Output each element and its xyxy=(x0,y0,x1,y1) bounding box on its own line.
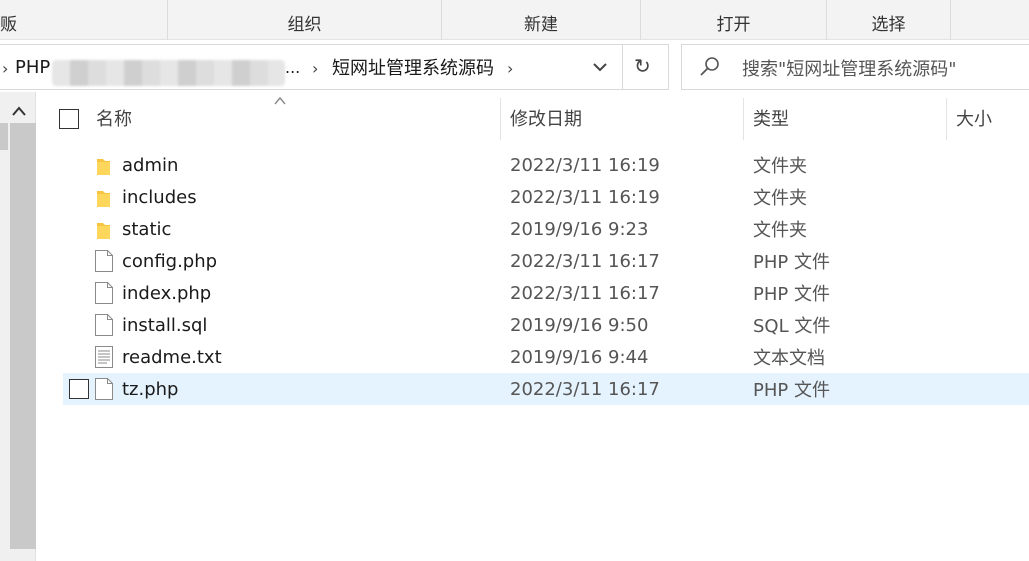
file-row-static[interactable]: static 2019/9/16 9:23 文件夹 xyxy=(63,213,1029,245)
file-icon xyxy=(95,250,113,272)
ribbon-group-organize[interactable]: 组织 xyxy=(168,0,442,40)
column-divider[interactable] xyxy=(946,98,947,140)
file-name: tz.php xyxy=(122,378,179,400)
search-input[interactable]: 搜索"短网址管理系统源码" xyxy=(681,44,1029,90)
file-type: 文件夹 xyxy=(753,220,807,241)
search-icon xyxy=(700,57,719,76)
file-row-readme-txt[interactable]: readme.txt 2019/9/16 9:44 文本文档 xyxy=(63,341,1029,373)
file-type: 文本文档 xyxy=(753,348,825,369)
file-modified: 2022/3/11 16:19 xyxy=(510,154,660,176)
column-header-name-label: 名称 xyxy=(96,109,132,130)
file-name: includes xyxy=(122,186,197,208)
address-bar[interactable]: › PHP ... › 短网址管理系统源码 › ↻ xyxy=(0,44,669,90)
refresh-icon[interactable]: ↻ xyxy=(634,54,651,78)
ribbon-new-label: 新建 xyxy=(524,15,558,35)
ribbon-group-open[interactable]: 打开 xyxy=(641,0,827,40)
address-row: › PHP ... › 短网址管理系统源码 › ↻ 搜索"短网址管理系统源码" xyxy=(0,40,1029,91)
ribbon-clipboard-label: 贩 xyxy=(0,15,17,35)
column-header-size-label: 大小 xyxy=(956,109,992,130)
folder-icon xyxy=(97,223,110,239)
column-header-name[interactable]: 名称 xyxy=(96,92,499,144)
file-type: PHP 文件 xyxy=(753,380,830,401)
file-row-includes[interactable]: includes 2022/3/11 16:19 文件夹 xyxy=(63,181,1029,213)
file-modified: 2019/9/16 9:44 xyxy=(510,346,649,368)
file-row-config-php[interactable]: config.php 2022/3/11 16:17 PHP 文件 xyxy=(63,245,1029,277)
file-row-admin[interactable]: admin 2022/3/11 16:19 文件夹 xyxy=(63,149,1029,181)
file-modified: 2019/9/16 9:50 xyxy=(510,314,649,336)
file-name: index.php xyxy=(122,282,212,304)
breadcrumb-root[interactable]: PHP xyxy=(15,45,50,89)
select-all-checkbox[interactable] xyxy=(59,109,79,129)
file-name: static xyxy=(122,218,172,240)
file-modified: 2022/3/11 16:19 xyxy=(510,186,660,208)
folder-icon xyxy=(97,191,110,207)
ribbon-open-label: 打开 xyxy=(716,15,751,35)
column-header-modified[interactable]: 修改日期 xyxy=(510,92,742,144)
chevron-right-icon[interactable]: › xyxy=(507,59,513,78)
chevron-right-icon: › xyxy=(312,59,319,78)
file-name: readme.txt xyxy=(122,346,222,368)
search-placeholder: 搜索"短网址管理系统源码" xyxy=(742,59,957,80)
column-divider[interactable] xyxy=(500,98,501,140)
breadcrumb-ellipsis[interactable]: ... xyxy=(285,45,300,89)
file-modified: 2022/3/11 16:17 xyxy=(510,282,660,304)
file-row-index-php[interactable]: index.php 2022/3/11 16:17 PHP 文件 xyxy=(63,277,1029,309)
file-type: 文件夹 xyxy=(753,188,807,209)
ribbon-select-label: 选择 xyxy=(871,15,906,35)
file-name: install.sql xyxy=(122,314,208,336)
ribbon-group-new[interactable]: 新建 xyxy=(442,0,641,40)
file-icon xyxy=(95,314,113,336)
chevron-down-icon[interactable] xyxy=(590,57,610,77)
file-name: config.php xyxy=(122,250,218,272)
file-modified: 2022/3/11 16:17 xyxy=(510,378,660,400)
column-header-type[interactable]: 类型 xyxy=(753,92,945,144)
file-modified: 2022/3/11 16:17 xyxy=(510,250,660,272)
ribbon-group-select[interactable]: 选择 xyxy=(827,0,951,40)
scroll-thumb[interactable] xyxy=(0,123,8,150)
row-checkbox[interactable] xyxy=(69,379,89,399)
ribbon-organize-label: 组织 xyxy=(287,15,322,35)
file-modified: 2019/9/16 9:23 xyxy=(510,218,649,240)
file-type: 文件夹 xyxy=(753,156,807,177)
folder-icon xyxy=(97,159,110,175)
file-row-tz-php[interactable]: tz.php 2022/3/11 16:17 PHP 文件 xyxy=(63,373,1029,405)
file-type: PHP 文件 xyxy=(753,284,830,305)
redacted-path xyxy=(52,60,285,86)
column-header-type-label: 类型 xyxy=(753,109,789,130)
column-header-modified-label: 修改日期 xyxy=(510,109,582,130)
file-type: SQL 文件 xyxy=(753,316,831,337)
column-header-size[interactable]: 大小 xyxy=(956,92,1029,144)
file-icon xyxy=(95,378,113,400)
text-file-icon xyxy=(95,346,113,368)
file-icon xyxy=(95,282,113,304)
file-name: admin xyxy=(122,154,179,176)
breadcrumb-current[interactable]: 短网址管理系统源码 xyxy=(332,45,494,89)
file-row-install-sql[interactable]: install.sql 2019/9/16 9:50 SQL 文件 xyxy=(63,309,1029,341)
address-divider xyxy=(622,45,623,89)
column-divider[interactable] xyxy=(743,98,744,140)
file-type: PHP 文件 xyxy=(753,252,830,273)
scroll-up-icon[interactable] xyxy=(12,106,26,116)
navigation-scrollbar[interactable] xyxy=(0,92,36,561)
chevron-right-icon: › xyxy=(2,59,9,78)
ribbon-group-clipboard: 贩 xyxy=(0,0,168,40)
scroll-track[interactable] xyxy=(10,123,36,549)
ribbon: 贩 组织 新建 打开 选择 xyxy=(0,0,1029,40)
